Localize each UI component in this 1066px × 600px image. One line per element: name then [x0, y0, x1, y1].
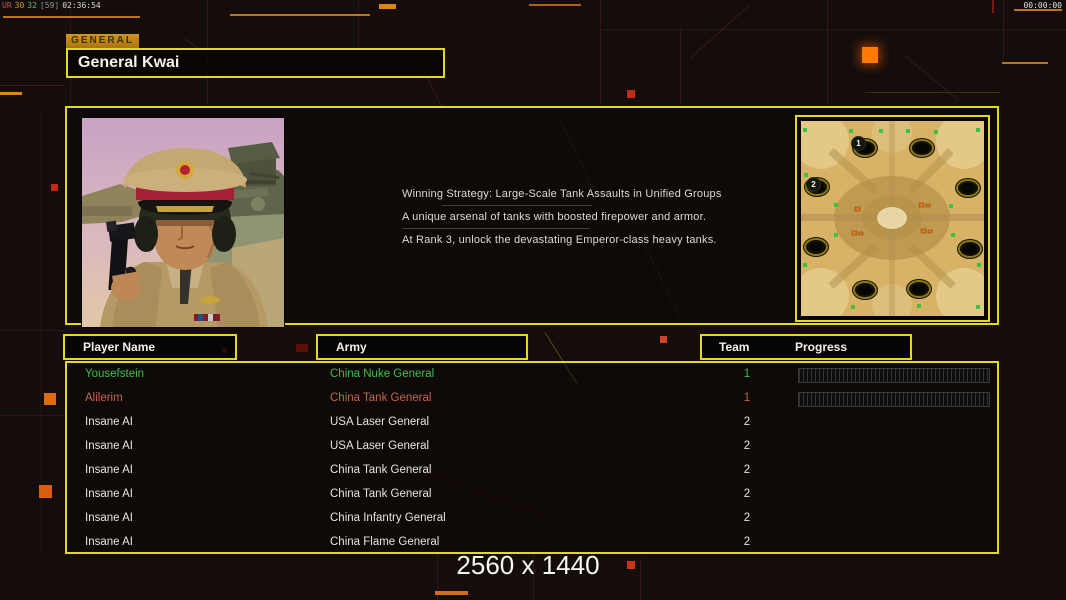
player-name: Insane AI [85, 464, 133, 476]
decor-line [600, 29, 1066, 30]
resolution-label: 2560 x 1440 [456, 550, 600, 580]
player-army[interactable]: China Infantry General [330, 512, 446, 524]
map-image [793, 113, 992, 324]
decor-line [1003, 0, 1004, 60]
general-info-panel: Winning Strategy: Large-Scale Tank Assau… [65, 106, 999, 328]
decor-underline [442, 205, 592, 206]
player-army[interactable]: China Tank General [330, 464, 431, 476]
map-preview: 1 2 [793, 113, 992, 324]
player-team[interactable]: 2 [735, 464, 759, 476]
player-name: Insane AI [85, 440, 133, 452]
general-rank-line: At Rank 3, unlock the devastating Empero… [402, 234, 717, 246]
column-header-progress-label: Progress [795, 340, 848, 354]
decor-square [862, 47, 878, 63]
decor-accent-line [3, 16, 140, 18]
decor-line [600, 0, 601, 105]
column-header-label: Army [336, 340, 367, 354]
player-name: Insane AI [85, 512, 133, 524]
decor-square [296, 344, 308, 352]
gentool-clock: 02:36:54 [62, 1, 101, 10]
player-name: Alilerim [85, 392, 123, 404]
general-portrait [81, 117, 285, 328]
gentool-value-b: 32 [27, 1, 37, 10]
gentool-overlay: UR 30 32 [59] 02:36:54 [2, 1, 104, 10]
player-name: Yousefstein [85, 368, 145, 380]
player-name: Insane AI [85, 536, 133, 548]
decor-square [44, 393, 56, 405]
player-name: Insane AI [85, 416, 133, 428]
decor-accent-line [230, 14, 370, 16]
player-team[interactable]: 2 [735, 512, 759, 524]
player-army[interactable]: USA Laser General [330, 416, 429, 428]
player-army[interactable]: USA Laser General [330, 440, 429, 452]
general-strategy-line: Winning Strategy: Large-Scale Tank Assau… [402, 188, 722, 200]
decor-line [358, 0, 359, 52]
column-header-army: Army [316, 334, 528, 360]
start-marker-1: 1 [851, 136, 866, 151]
player-army[interactable]: China Tank General [330, 392, 431, 404]
decor-line [0, 85, 65, 86]
decor-accent-line [0, 92, 22, 95]
table-row[interactable]: Insane AI China Tank General 2 [67, 483, 997, 507]
table-row[interactable]: Alilerim China Tank General 1 [67, 387, 997, 411]
decor-diagonal [904, 55, 959, 101]
player-name: Insane AI [85, 488, 133, 500]
table-row[interactable]: Insane AI USA Laser General 2 [67, 411, 997, 435]
decor-diagonal [689, 4, 750, 59]
player-army[interactable]: China Nuke General [330, 368, 434, 380]
progress-bar [798, 392, 990, 407]
decor-accent-line [435, 591, 468, 595]
player-team[interactable]: 2 [735, 488, 759, 500]
progress-bar [798, 368, 990, 383]
column-header-label: Player Name [83, 340, 156, 354]
player-team[interactable]: 2 [735, 536, 759, 548]
decor-square [51, 184, 58, 191]
lobby-screen: UR 30 32 [59] 02:36:54 00:00:00 GENERAL Gene… [0, 0, 1066, 600]
gentool-prefix: UR [2, 1, 12, 10]
table-row[interactable]: Insane AI China Tank General 2 [67, 459, 997, 483]
start-marker-2: 2 [806, 177, 821, 192]
portrait-image [82, 118, 284, 327]
gentool-value-a: 30 [14, 1, 25, 10]
table-row[interactable]: Insane AI China Infantry General 2 [67, 507, 997, 531]
player-team[interactable]: 1 [735, 392, 759, 404]
player-army[interactable]: China Tank General [330, 488, 431, 500]
decor-line [640, 558, 641, 600]
decor-square [627, 561, 635, 569]
decor-square [39, 485, 52, 498]
player-team[interactable]: 1 [735, 368, 759, 380]
map-preview-frame[interactable]: 1 2 [793, 113, 992, 324]
decor-line [827, 0, 828, 105]
decor-line [0, 415, 65, 416]
column-header-team-label: Team [719, 340, 750, 354]
general-arsenal-line: A unique arsenal of tanks with boosted f… [402, 211, 707, 223]
general-tab[interactable]: GENERAL [66, 34, 139, 48]
decor-square [627, 90, 635, 98]
decor-line [680, 28, 681, 105]
player-list: Yousefstein China Nuke General 1 Alileri… [65, 361, 999, 554]
player-team[interactable]: 2 [735, 440, 759, 452]
player-team[interactable]: 2 [735, 416, 759, 428]
decor-accent-line [1002, 62, 1048, 64]
player-army[interactable]: China Flame General [330, 536, 439, 548]
table-row[interactable]: Insane AI USA Laser General 2 [67, 435, 997, 459]
column-header-player-name: Player Name [63, 334, 237, 360]
decor-line [865, 92, 1000, 93]
decor-accent-line [379, 4, 396, 9]
decor-underline [402, 228, 590, 229]
table-row[interactable]: Yousefstein China Nuke General 1 [67, 363, 997, 387]
gentool-value-c: [59] [39, 1, 60, 10]
decor-square [660, 336, 667, 343]
decor-line [992, 0, 994, 13]
column-header-team-progress: Team Progress [700, 334, 912, 360]
decor-line [0, 330, 65, 331]
page-title: General Kwai [66, 48, 445, 78]
match-timer: 00:00:00 [1023, 1, 1062, 10]
decor-accent-line [529, 4, 581, 6]
